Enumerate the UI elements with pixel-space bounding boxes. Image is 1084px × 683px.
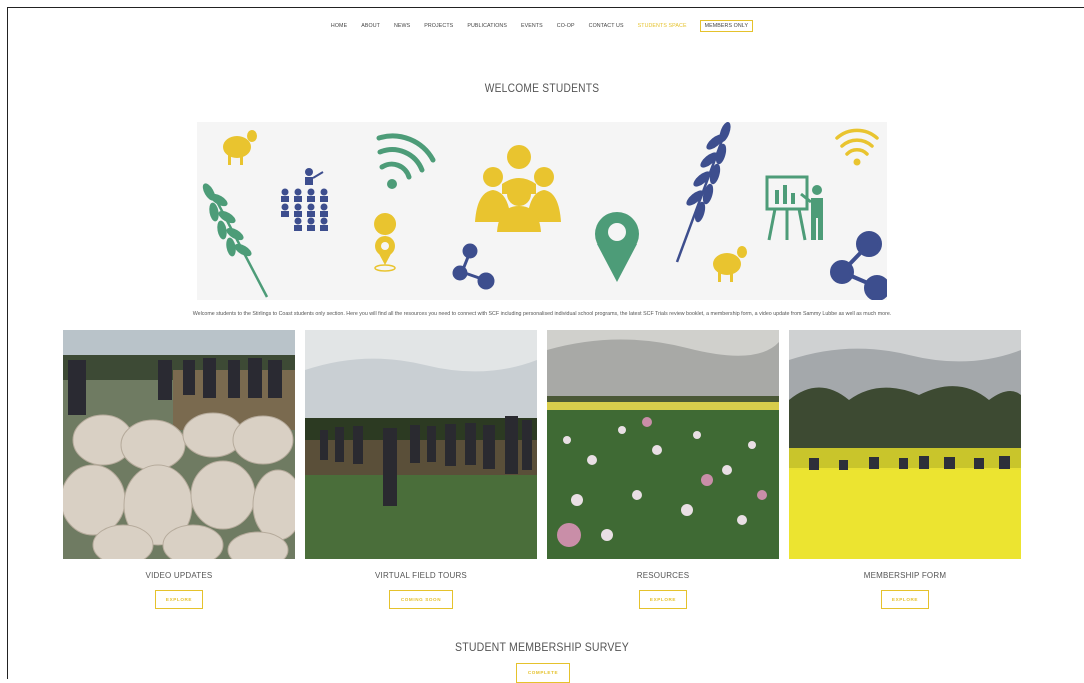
field-tour-photo[interactable] — [305, 330, 537, 559]
page-title: WELCOME STUDENTS — [484, 81, 600, 95]
sheep-icon — [223, 130, 257, 165]
nav-home[interactable]: HOME — [331, 23, 347, 29]
explore-button[interactable]: EXPLORE — [881, 590, 929, 609]
welcome-banner — [197, 122, 887, 300]
explore-button[interactable]: EXPLORE — [639, 590, 687, 609]
group-icon — [475, 145, 561, 232]
card-video-updates: VIDEO UPDATES EXPLORE — [63, 330, 295, 609]
share-icon — [830, 231, 887, 300]
sheep-pen-photo[interactable] — [63, 330, 295, 559]
nav-news[interactable]: NEWS — [394, 23, 410, 29]
intro-text: Welcome students to the Stirlings to Coa… — [192, 311, 892, 317]
nav-co-op[interactable]: CO-OP — [557, 23, 575, 29]
wifi-icon — [835, 128, 879, 166]
nav-projects[interactable]: PROJECTS — [424, 23, 453, 29]
main-nav: HOME ABOUT NEWS PROJECTS PUBLICATIONS EV… — [0, 20, 1084, 32]
share-icon — [452, 243, 495, 290]
card-resources: RESOURCES EXPLORE — [547, 330, 779, 609]
classroom-icon — [281, 168, 328, 231]
coming-soon-button[interactable]: COMING SOON — [389, 590, 453, 609]
nav-publications[interactable]: PUBLICATIONS — [467, 23, 507, 29]
location-pin-icon — [374, 213, 397, 272]
nav-about[interactable]: ABOUT — [361, 23, 380, 29]
card-title: VIDEO UPDATES — [145, 571, 213, 580]
wifi-icon — [376, 133, 436, 189]
complete-survey-button[interactable]: COMPLETE — [516, 663, 570, 683]
explore-button[interactable]: EXPLORE — [155, 590, 203, 609]
pea-crop-photo[interactable] — [547, 330, 779, 559]
card-virtual-field-tours: VIRTUAL FIELD TOURS COMING SOON — [305, 330, 537, 609]
survey-title: STUDENT MEMBERSHIP SURVEY — [455, 640, 629, 654]
nav-students-space[interactable]: STUDENTS SPACE — [638, 23, 687, 29]
card-membership-form: MEMBERSHIP FORM EXPLORE — [789, 330, 1021, 609]
members-only-button[interactable]: MEMBERS ONLY — [699, 20, 754, 32]
card-title: MEMBERSHIP FORM — [863, 571, 947, 580]
card-title: RESOURCES — [636, 571, 690, 580]
location-pin-icon — [595, 212, 639, 282]
wheat-icon — [675, 122, 731, 263]
canola-field-photo[interactable] — [789, 330, 1021, 559]
sheep-icon — [713, 246, 747, 282]
nav-events[interactable]: EVENTS — [521, 23, 543, 29]
wheat-icon — [202, 183, 269, 298]
banner-illustration — [202, 122, 887, 300]
presenter-icon — [765, 175, 823, 241]
nav-contact-us[interactable]: CONTACT US — [589, 23, 624, 29]
card-title: VIRTUAL FIELD TOURS — [375, 571, 467, 580]
